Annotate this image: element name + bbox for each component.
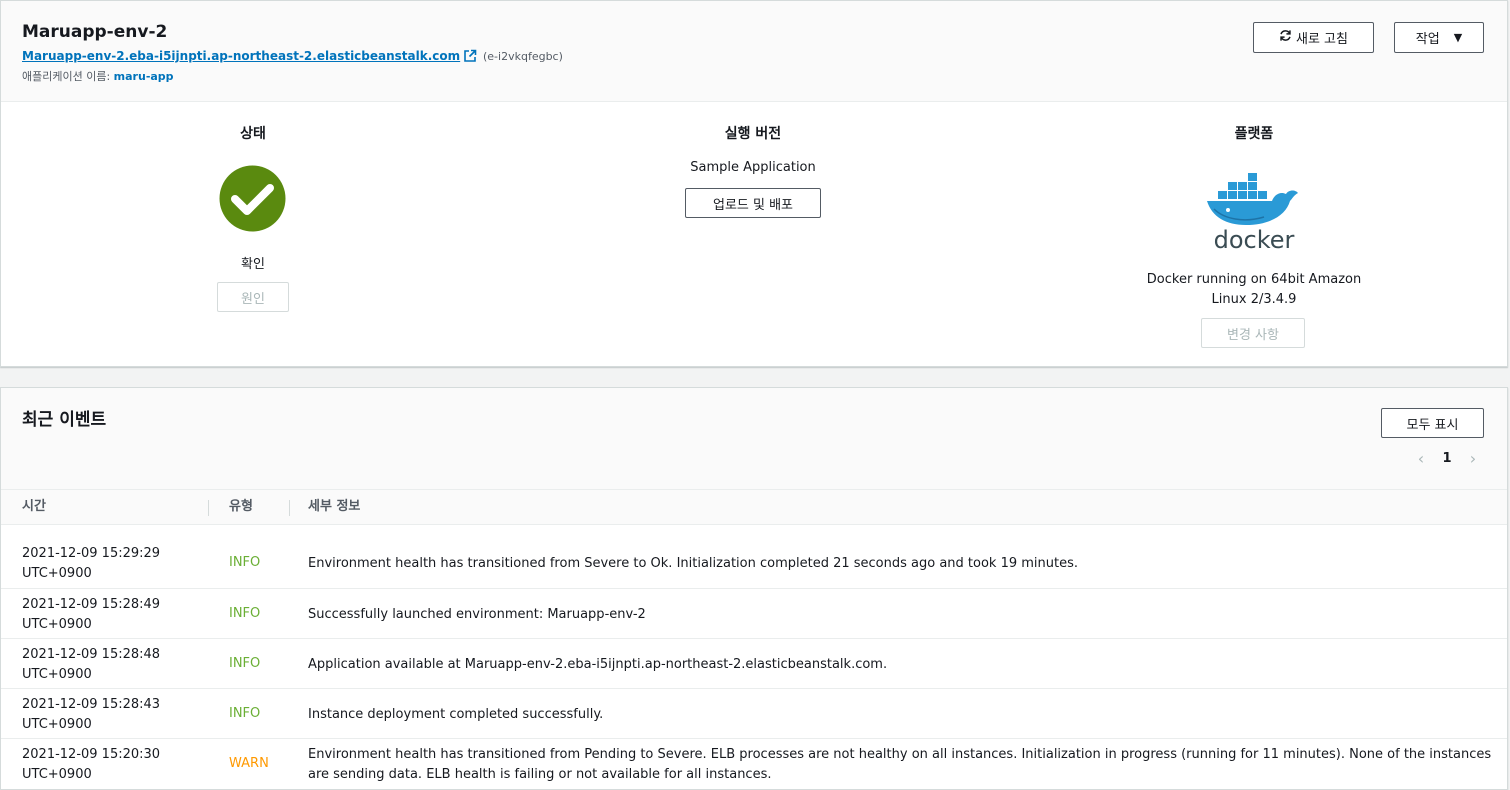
column-header-details[interactable]: 세부 정보	[308, 490, 360, 524]
events-header	[1, 388, 1507, 489]
recent-events-card: 최근 이벤트 모두 표시 ‹ 1 › 시간 유형 세부 정보 2021-12-0…	[0, 387, 1508, 790]
health-status-title: 상태	[240, 126, 266, 142]
event-time: 2021-12-09 15:20:30 UTC+0900	[22, 747, 161, 782]
environment-url-row: Maruapp-env-2.eba-i5ijnpti.ap-northeast-…	[22, 49, 563, 66]
refresh-icon	[1279, 29, 1292, 46]
table-row: 2021-12-09 15:28:48 UTC+0900 INFO Applica…	[1, 638, 1507, 688]
environment-title: Maruapp-env-2	[22, 22, 168, 42]
docker-logo: docker	[1207, 173, 1298, 252]
show-all-button[interactable]: 모두 표시	[1381, 408, 1484, 438]
caret-down-icon: ▼	[1453, 31, 1463, 44]
event-type: INFO	[229, 706, 261, 721]
check-circle-icon	[219, 165, 286, 232]
events-table-header: 시간 유형 세부 정보	[1, 489, 1507, 525]
refresh-button[interactable]: 새로 고침	[1253, 22, 1374, 53]
pagination: ‹ 1 ›	[1409, 446, 1485, 470]
column-divider	[289, 500, 290, 516]
current-page-number[interactable]: 1	[1439, 451, 1455, 466]
recent-events-title: 최근 이벤트	[22, 410, 107, 430]
actions-dropdown-button[interactable]: 작업 ▼	[1394, 22, 1484, 53]
environment-overview-card: Maruapp-env-2 Maruapp-env-2.eba-i5ijnpti…	[0, 0, 1508, 367]
platform-title: 플랫폼	[1234, 126, 1274, 142]
running-version-title: 실행 버전	[724, 126, 782, 142]
column-divider	[208, 500, 209, 516]
table-row: 2021-12-09 15:28:49 UTC+0900 INFO Success…	[1, 588, 1507, 638]
previous-page-icon[interactable]: ‹	[1409, 449, 1433, 468]
event-detail: Successfully launched environment: Marua…	[308, 607, 646, 622]
table-row: 2021-12-09 15:28:43 UTC+0900 INFO Instanc…	[1, 688, 1507, 738]
event-time: 2021-12-09 15:28:48 UTC+0900	[22, 647, 161, 682]
external-link-icon[interactable]	[463, 49, 477, 66]
actions-label: 작업	[1415, 32, 1440, 47]
next-page-icon[interactable]: ›	[1461, 449, 1485, 468]
column-header-time[interactable]: 시간	[22, 490, 46, 524]
table-row: 2021-12-09 15:29:29 UTC+0900 INFO Environ…	[1, 538, 1507, 588]
upload-and-deploy-button[interactable]: 업로드 및 배포	[685, 188, 821, 218]
refresh-label: 새로 고침	[1296, 32, 1348, 47]
environment-header: Maruapp-env-2 Maruapp-env-2.eba-i5ijnpti…	[1, 1, 1507, 102]
table-row: 2021-12-09 15:20:30 UTC+0900 WARN Environ…	[1, 738, 1507, 788]
event-type: INFO	[229, 555, 261, 570]
event-time: 2021-12-09 15:29:29 UTC+0900	[22, 546, 161, 581]
event-detail: Application available at Maruapp-env-2.e…	[308, 657, 888, 672]
event-type: INFO	[229, 656, 261, 671]
application-name-row: 애플리케이션 이름: maru-app	[22, 68, 174, 84]
event-type: INFO	[229, 606, 261, 621]
docker-logo-text: docker	[1214, 226, 1295, 252]
event-detail: Instance deployment completed successful…	[308, 707, 604, 722]
causes-button[interactable]: 원인	[217, 282, 289, 312]
event-time: 2021-12-09 15:28:43 UTC+0900	[22, 697, 161, 732]
event-type: WARN	[229, 756, 269, 771]
column-header-type[interactable]: 유형	[229, 490, 253, 524]
application-name-label: 애플리케이션 이름:	[22, 70, 111, 83]
health-status-value: 확인	[241, 257, 265, 272]
platform-changes-button[interactable]: 변경 사항	[1201, 318, 1305, 348]
event-time: 2021-12-09 15:28:49 UTC+0900	[22, 597, 161, 632]
events-table-body: 2021-12-09 15:29:29 UTC+0900 INFO Environ…	[1, 538, 1507, 788]
event-detail: Environment health has transitioned from…	[308, 556, 1079, 571]
running-version-label: Sample Application	[690, 160, 816, 175]
platform-description: Docker running on 64bit Amazon Linux 2/3…	[1146, 272, 1362, 307]
event-detail: Environment health has transitioned from…	[308, 747, 1492, 782]
environment-url-link[interactable]: Maruapp-env-2.eba-i5ijnpti.ap-northeast-…	[22, 49, 460, 63]
application-name-link[interactable]: maru-app	[114, 70, 174, 83]
environment-id: (e-i2vkqfegbc)	[483, 50, 563, 63]
